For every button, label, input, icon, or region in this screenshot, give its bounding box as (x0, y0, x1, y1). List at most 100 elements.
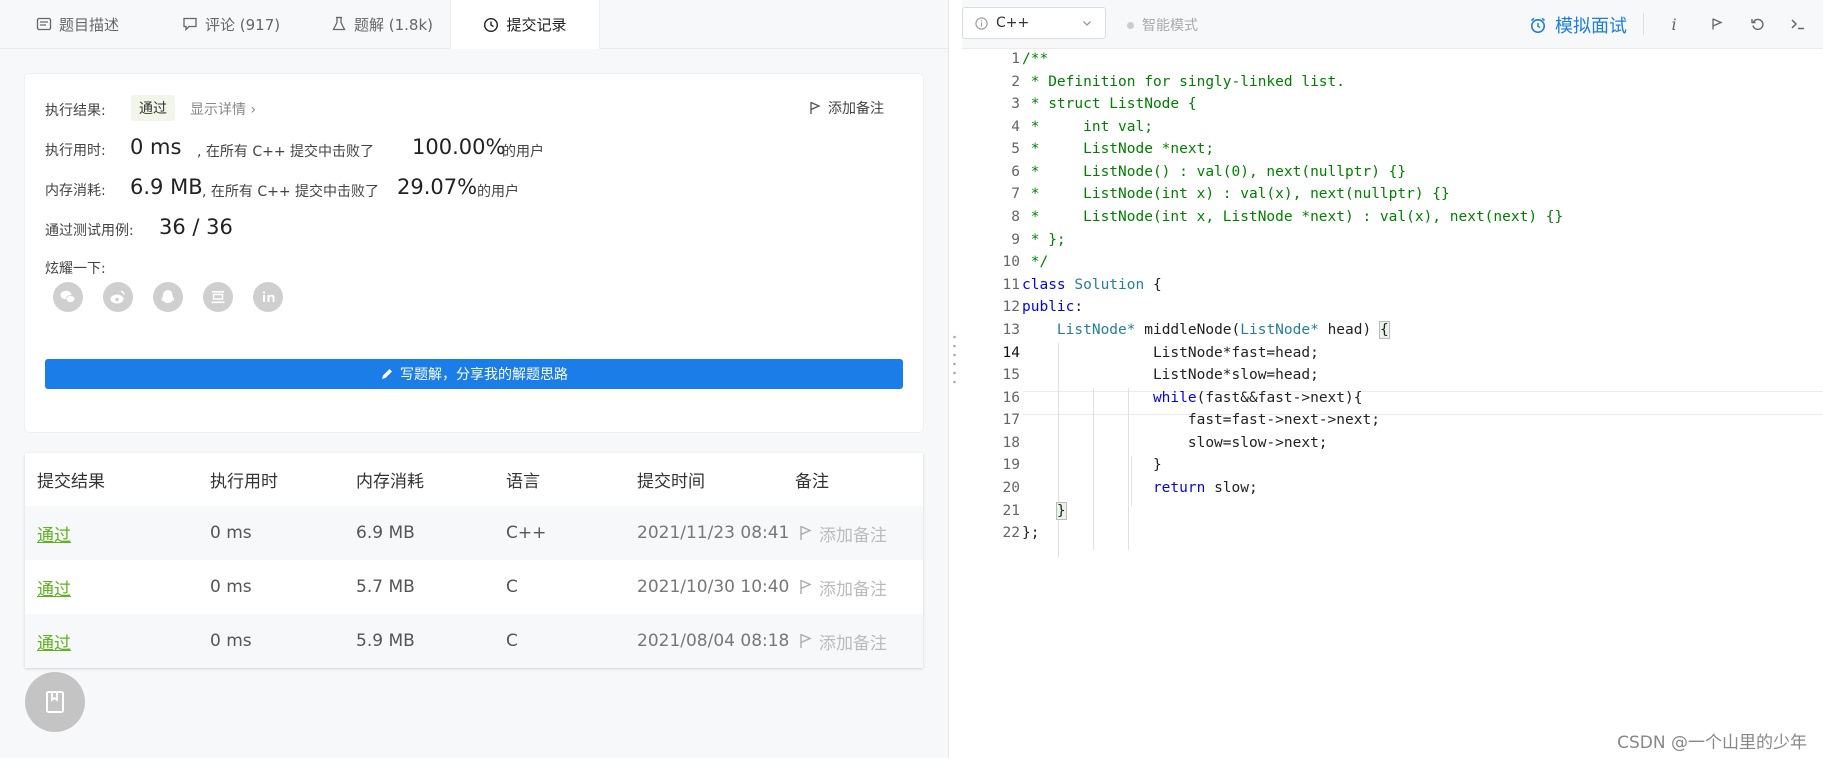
wechat-icon (60, 290, 76, 303)
line-number: 21 (1002, 503, 1020, 519)
line-number: 2 (1011, 74, 1020, 90)
console-icon[interactable] (1788, 14, 1808, 34)
smart-mode-toggle[interactable]: 智能模式 (1127, 15, 1198, 35)
reset-icon[interactable] (1748, 14, 1768, 34)
row-result-link[interactable]: 通过 (37, 560, 71, 614)
time-label: 执行用时: (45, 143, 106, 159)
code-line: return slow; (1152, 480, 1258, 496)
row-language: C (506, 631, 518, 651)
row-time: 0 ms (210, 523, 252, 543)
line-number: 10 (1002, 254, 1020, 270)
code-line: * int val; (1022, 119, 1153, 135)
code-editor[interactable]: 1 2 3 4 5 6 7 8 9 10 11 12 13 14 15 16 1… (962, 48, 1823, 758)
line-number: 19 (1002, 457, 1020, 473)
time-users: 的用户 (502, 144, 544, 160)
table-row[interactable]: 通过 0 ms 5.9 MB C 2021/08/04 08:18 添加备注 (25, 614, 923, 668)
time-text: , 在所有 C++ 提交中击败了 (197, 144, 375, 160)
write-solution-button[interactable]: 写题解，分享我的解题思路 (45, 359, 903, 389)
column-header-language: 语言 (506, 472, 540, 492)
line-number: 15 (1002, 367, 1020, 383)
code-line: public: (1022, 299, 1084, 315)
row-add-note-button[interactable]: 添加备注 (798, 614, 887, 668)
add-note-label: 添加备注 (828, 101, 884, 117)
row-memory: 6.9 MB (356, 523, 415, 543)
flask-icon (332, 16, 346, 31)
memory-label: 内存消耗: (45, 183, 106, 199)
flag-icon (810, 101, 821, 114)
qq-icon (161, 290, 174, 303)
run-icon[interactable] (1707, 14, 1727, 34)
share-weibo-button[interactable] (103, 282, 133, 312)
show-details-link[interactable]: 显示详情 › (190, 99, 256, 119)
code-line: while(fast&&fast->next){ (1152, 390, 1363, 406)
language-value: C++ (996, 15, 1030, 31)
row-note-label: 添加备注 (819, 579, 887, 600)
column-header-result: 提交结果 (37, 472, 105, 492)
tab-description[interactable]: 题目描述 (36, 0, 119, 48)
flag-icon (800, 525, 812, 540)
row-time: 0 ms (210, 577, 252, 597)
memory-users: 的用户 (477, 184, 519, 200)
mock-interview-button[interactable]: 模拟面试 (1529, 12, 1627, 38)
code-line: ListNode*slow=head; (1022, 367, 1319, 383)
memory-text: , 在所有 C++ 提交中击败了 (202, 184, 380, 200)
line-number: 18 (1002, 435, 1020, 451)
tab-comments[interactable]: 评论 (917) (182, 0, 280, 48)
time-value: 0 ms (130, 135, 182, 159)
add-note-button[interactable]: 添加备注 (808, 98, 884, 118)
line-number: 5 (1011, 141, 1020, 157)
code-line: } (1022, 457, 1162, 473)
result-label: 执行结果: (45, 103, 106, 119)
tab-comments-label: 评论 (917) (205, 15, 281, 34)
column-header-memory: 内存消耗 (356, 472, 424, 492)
tab-description-label: 题目描述 (59, 15, 120, 34)
smart-mode-label: 智能模式 (1142, 18, 1198, 34)
editor-toolbar: C++ 智能模式 模拟面试 i (962, 0, 1823, 49)
line-number: 20 (1002, 480, 1020, 496)
code-line: */ (1022, 254, 1049, 270)
left-panel: 题目描述 评论 (917) 题解 (1.8k) 提交记录 执行结果: 通过 显示… (0, 0, 949, 758)
row-memory: 5.7 MB (356, 577, 415, 597)
tab-submissions-label: 提交记录 (506, 16, 567, 34)
row-date: 2021/10/30 10:40 (637, 577, 790, 597)
code-line: slow=slow->next; (1022, 435, 1328, 451)
code-line: } (1055, 502, 1067, 520)
row-add-note-button[interactable]: 添加备注 (798, 560, 887, 614)
watermark: CSDN @一个山里的少年 (1617, 733, 1807, 753)
panel-resize-handle[interactable] (953, 334, 956, 388)
line-number: 13 (1002, 322, 1020, 338)
description-icon (36, 17, 52, 31)
row-result-link[interactable]: 通过 (37, 614, 71, 668)
code-line: * struct ListNode { (1022, 96, 1197, 112)
share-qq-button[interactable] (153, 282, 183, 312)
line-number: 4 (1011, 119, 1020, 135)
line-number: 11 (1002, 277, 1020, 293)
status-dot (1127, 21, 1134, 29)
share-linkedin-button[interactable] (253, 282, 283, 312)
row-note-label: 添加备注 (819, 525, 887, 546)
row-add-note-button[interactable]: 添加备注 (798, 506, 887, 560)
douban-icon (211, 291, 225, 304)
tab-submissions[interactable]: 提交记录 (450, 0, 600, 49)
share-douban-button[interactable] (203, 282, 233, 312)
line-number: 16 (1002, 390, 1020, 406)
info-italic-icon[interactable]: i (1664, 14, 1684, 34)
row-result-link[interactable]: 通过 (37, 506, 71, 560)
language-select[interactable]: C++ (962, 7, 1106, 39)
tab-bar: 题目描述 评论 (917) 题解 (1.8k) 提交记录 (0, 0, 948, 49)
memory-value: 6.9 MB (130, 175, 203, 199)
line-number: 6 (1011, 164, 1020, 180)
line-number: 22 (1002, 525, 1020, 541)
flag-icon (800, 633, 812, 648)
table-row[interactable]: 通过 0 ms 5.7 MB C 2021/10/30 10:40 添加备注 (25, 560, 923, 614)
write-solution-label: 写题解，分享我的解题思路 (400, 367, 568, 383)
tab-solutions[interactable]: 题解 (1.8k) (331, 0, 433, 48)
share-wechat-button[interactable] (53, 282, 83, 312)
column-header-note: 备注 (795, 472, 829, 492)
code-line: * Definition for singly-linked list. (1022, 74, 1346, 90)
chevron-down-icon (1083, 21, 1091, 26)
notebook-button[interactable] (25, 672, 85, 732)
code-line: * ListNode() : val(0), next(nullptr) {} (1022, 164, 1407, 180)
line-number: 12 (1002, 299, 1020, 315)
table-row[interactable]: 通过 0 ms 6.9 MB C++ 2021/11/23 08:41 添加备注 (25, 506, 923, 560)
